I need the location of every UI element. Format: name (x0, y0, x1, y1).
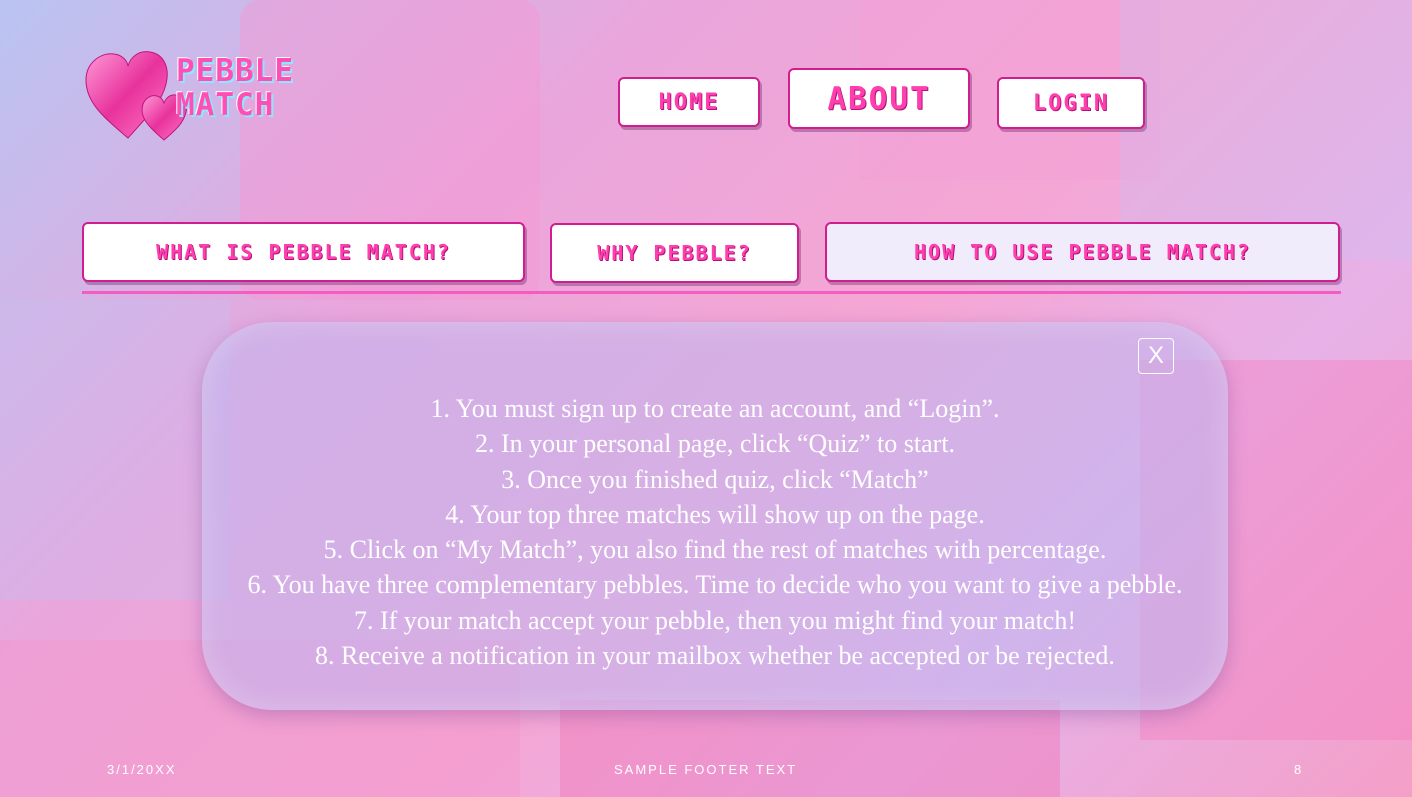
tab-why-pebble[interactable]: Why pebble? (550, 223, 799, 283)
logo-text: PEBBLE MATCH (176, 53, 294, 123)
pebble-match-logo[interactable]: PEBBLE MATCH (84, 46, 344, 146)
step-5: 5. Click on “My Match”, you also find th… (323, 535, 1107, 565)
step-6: 6. You have three complementary pebbles.… (247, 570, 1183, 600)
how-to-use-dialog: X 1. You must sign up to create an accou… (202, 322, 1228, 710)
steps-list: 1. You must sign up to create an account… (202, 391, 1228, 673)
step-2: 2. In your personal page, click “Quiz” t… (474, 429, 956, 459)
footer-page-number: 8 (1294, 762, 1304, 777)
nav-about-button[interactable]: About (788, 68, 970, 129)
tab-divider (82, 291, 1341, 294)
footer-date: 3/1/20XX (107, 762, 177, 777)
step-1: 1. You must sign up to create an account… (430, 394, 1000, 423)
tab-how-to-use[interactable]: How to use Pebble Match? (825, 222, 1340, 282)
close-button[interactable]: X (1138, 338, 1174, 374)
nav-home-button[interactable]: Home (618, 77, 760, 127)
step-4: 4. Your top three matches will show up o… (445, 499, 985, 529)
step-3: 3. Once you finished quiz, click “Match” (501, 464, 929, 494)
tab-what-is-pebble-match[interactable]: What is Pebble Match? (82, 222, 525, 282)
nav-login-button[interactable]: Login (997, 77, 1145, 129)
footer-text: SAMPLE FOOTER TEXT (614, 762, 798, 777)
step-8: 8. Receive a notification in your mailbo… (315, 641, 1115, 671)
step-7: 7. If your match accept your pebble, the… (353, 605, 1076, 635)
